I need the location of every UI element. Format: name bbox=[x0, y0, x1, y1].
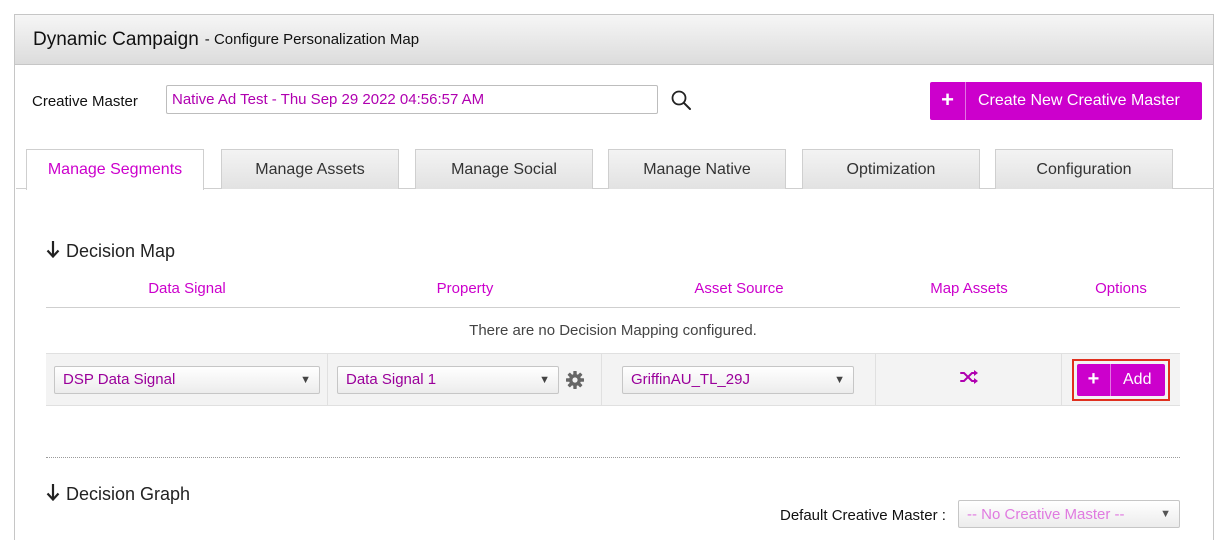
data-signal-value: DSP Data Signal bbox=[63, 371, 176, 388]
column-asset-source: Asset Source bbox=[694, 280, 784, 297]
caret-down-icon: ▼ bbox=[834, 373, 845, 386]
gear-icon[interactable] bbox=[565, 370, 585, 390]
default-creative-master-select[interactable]: -- No Creative Master -- ▼ bbox=[958, 500, 1180, 528]
property-value: Data Signal 1 bbox=[346, 371, 437, 388]
decision-map-table: Data Signal Property Asset Source Map As… bbox=[46, 270, 1180, 406]
decision-map-heading[interactable]: Decision Map bbox=[46, 240, 175, 263]
property-cell: Data Signal 1 ▼ bbox=[328, 354, 602, 405]
table-header: Data Signal Property Asset Source Map As… bbox=[46, 270, 1180, 308]
default-creative-master-label: Default Creative Master : bbox=[780, 507, 946, 524]
decision-graph-title: Decision Graph bbox=[66, 484, 191, 504]
property-select[interactable]: Data Signal 1 ▼ bbox=[337, 365, 559, 394]
arrow-down-icon bbox=[46, 240, 60, 263]
creative-master-row: Creative Master + Create New Creative Ma… bbox=[32, 82, 1202, 121]
panel-header: Dynamic Campaign - Configure Personaliza… bbox=[15, 15, 1213, 65]
options-cell: + Add bbox=[1062, 354, 1180, 405]
caret-down-icon: ▼ bbox=[539, 373, 550, 386]
caret-down-icon: ▼ bbox=[1160, 508, 1171, 520]
arrow-down-icon bbox=[46, 483, 60, 506]
page-subtitle: - Configure Personalization Map bbox=[204, 31, 420, 48]
tab-manage-native[interactable]: Manage Native bbox=[608, 149, 786, 189]
plus-icon: + bbox=[1077, 363, 1111, 396]
create-creative-master-label: Create New Creative Master bbox=[978, 92, 1180, 109]
default-creative-master-value: -- No Creative Master -- bbox=[967, 505, 1125, 523]
add-button[interactable]: + Add bbox=[1077, 363, 1165, 396]
plus-icon: + bbox=[930, 82, 966, 120]
section-divider bbox=[46, 457, 1180, 458]
column-data-signal: Data Signal bbox=[148, 280, 226, 297]
data-signal-select[interactable]: DSP Data Signal ▼ bbox=[54, 365, 320, 394]
tab-configuration[interactable]: Configuration bbox=[995, 149, 1173, 189]
decision-map-title: Decision Map bbox=[66, 241, 176, 261]
asset-source-cell: GriffinAU_TL_29J ▼ bbox=[602, 354, 876, 405]
column-map-assets: Map Assets bbox=[930, 280, 1008, 297]
data-signal-cell: DSP Data Signal ▼ bbox=[46, 354, 328, 405]
search-icon[interactable] bbox=[670, 89, 692, 111]
add-button-highlight: + Add bbox=[1072, 358, 1170, 401]
create-creative-master-button[interactable]: + Create New Creative Master bbox=[930, 82, 1202, 120]
shuffle-icon[interactable] bbox=[959, 370, 978, 389]
column-options: Options bbox=[1095, 280, 1147, 297]
column-property: Property bbox=[436, 280, 494, 297]
asset-source-select[interactable]: GriffinAU_TL_29J ▼ bbox=[622, 365, 854, 394]
tab-manage-assets[interactable]: Manage Assets bbox=[221, 149, 399, 189]
asset-source-value: GriffinAU_TL_29J bbox=[631, 371, 750, 388]
table-row: DSP Data Signal ▼ Data Signal 1 ▼ Griffi… bbox=[46, 354, 1180, 406]
page-title: Dynamic Campaign bbox=[33, 28, 199, 50]
map-assets-cell bbox=[876, 354, 1062, 405]
empty-message: There are no Decision Mapping configured… bbox=[46, 308, 1180, 354]
tab-manage-segments[interactable]: Manage Segments bbox=[26, 149, 204, 190]
tab-optimization[interactable]: Optimization bbox=[802, 149, 980, 189]
tab-manage-social[interactable]: Manage Social bbox=[415, 149, 593, 189]
caret-down-icon: ▼ bbox=[300, 373, 311, 386]
tab-bar: Manage Segments Manage Assets Manage Soc… bbox=[16, 149, 1214, 190]
creative-master-input[interactable] bbox=[166, 85, 658, 114]
decision-graph-heading[interactable]: Decision Graph bbox=[46, 483, 190, 506]
add-button-label: Add bbox=[1123, 370, 1152, 388]
creative-master-label: Creative Master bbox=[32, 93, 138, 110]
